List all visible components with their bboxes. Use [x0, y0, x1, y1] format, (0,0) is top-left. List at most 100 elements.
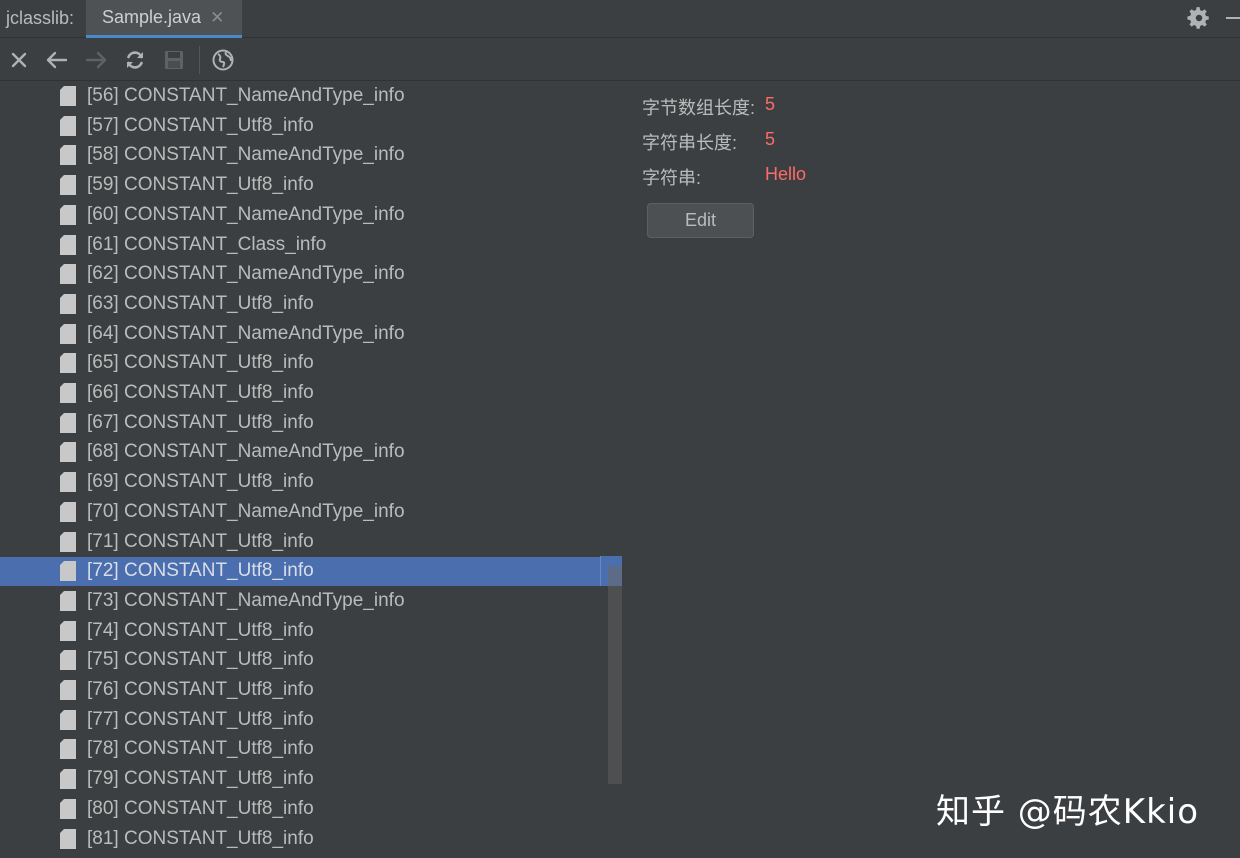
tree-row-label: [66] CONSTANT_Utf8_info — [87, 382, 314, 403]
tree-row[interactable]: [71] CONSTANT_Utf8_info — [0, 528, 600, 557]
tree-row[interactable]: [60] CONSTANT_NameAndType_info — [0, 201, 600, 230]
tree-row-label: [73] CONSTANT_NameAndType_info — [87, 589, 405, 611]
file-icon — [60, 115, 76, 136]
file-icon — [60, 501, 76, 522]
tree-row[interactable]: [75] CONSTANT_Utf8_info — [0, 646, 600, 675]
forward-arrow-icon[interactable] — [83, 47, 109, 73]
tree-row-label: [81] CONSTANT_Utf8_info — [87, 827, 314, 849]
tree-row[interactable]: [65] CONSTANT_Utf8_info — [0, 349, 600, 378]
tree-row-label: [63] CONSTANT_Utf8_info — [87, 292, 314, 314]
string-length-value: 5 — [765, 129, 776, 149]
tree-row[interactable]: [64] CONSTANT_NameAndType_info — [0, 320, 600, 349]
vertical-scrollbar-track[interactable] — [608, 566, 622, 784]
tree-row-label: [65] CONSTANT_Utf8_info — [87, 352, 314, 374]
tree-row-label: [59] CONSTANT_Utf8_info — [87, 174, 314, 196]
constant-pool-tree[interactable]: [56] CONSTANT_NameAndType_info [57] CONST… — [0, 82, 622, 858]
string-value: Hello — [765, 164, 807, 184]
file-icon — [60, 412, 76, 433]
file-icon — [60, 680, 76, 700]
string-label: 字符串: — [642, 168, 702, 188]
tree-row-label: [61] CONSTANT_Class_info — [87, 233, 327, 255]
tree-row-label: [75] CONSTANT_Utf8_info — [87, 649, 314, 671]
tree-row-label: [76] CONSTANT_Utf8_info — [87, 679, 314, 700]
tree-row[interactable]: [78] CONSTANT_Utf8_info — [0, 735, 600, 764]
tree-row[interactable]: [77] CONSTANT_Utf8_info — [0, 706, 600, 735]
tree-row-label: [80] CONSTANT_Utf8_info — [87, 797, 314, 819]
tree-row-label: [71] CONSTANT_Utf8_info — [87, 530, 314, 552]
tree-row-label: [60] CONSTANT_NameAndType_info — [87, 203, 405, 225]
file-icon — [60, 353, 76, 374]
tab-label: Sample.java — [102, 7, 202, 27]
file-icon — [60, 650, 76, 671]
gear-icon[interactable] — [1186, 5, 1212, 31]
tree-row-label: [64] CONSTANT_NameAndType_info — [87, 322, 405, 344]
file-icon — [60, 293, 76, 314]
tree-row-label: [62] CONSTANT_NameAndType_info — [87, 263, 405, 285]
tree-row-label: [58] CONSTANT_NameAndType_info — [87, 144, 405, 166]
tree-row-label: [67] CONSTANT_Utf8_info — [87, 411, 314, 433]
tree-row-label: [57] CONSTANT_Utf8_info — [87, 114, 314, 136]
tree-row-label: [68] CONSTANT_NameAndType_info — [87, 441, 405, 463]
tree-row[interactable]: [61] CONSTANT_Class_info — [0, 231, 600, 260]
file-icon — [60, 264, 76, 285]
tab-sample-java[interactable]: Sample.java ✕ — [86, 0, 242, 38]
tree-row[interactable]: [56] CONSTANT_NameAndType_info — [0, 82, 600, 111]
tree-row-label: [77] CONSTANT_Utf8_info — [87, 708, 314, 730]
detail-panel: 字节数组长度: 5 字符串长度: 5 字符串: Hello Edit — [622, 82, 1240, 858]
file-icon — [60, 828, 76, 849]
tab-close-icon[interactable]: ✕ — [210, 8, 224, 28]
file-icon — [60, 383, 76, 403]
file-icon — [60, 590, 76, 611]
vertical-scrollbar-thumb[interactable] — [608, 566, 622, 586]
app-label: jclasslib: — [6, 8, 75, 28]
tree-row[interactable]: [59] CONSTANT_Utf8_info — [0, 171, 600, 200]
tree-row[interactable]: [79] CONSTANT_Utf8_info — [0, 765, 600, 794]
web-icon[interactable] — [210, 47, 236, 73]
tree-row[interactable]: [57] CONSTANT_Utf8_info — [0, 112, 600, 141]
file-icon — [60, 709, 76, 730]
tree-row[interactable]: [70] CONSTANT_NameAndType_info — [0, 498, 600, 527]
file-icon — [60, 204, 76, 225]
file-icon — [60, 798, 76, 819]
tree-row-label: [74] CONSTANT_Utf8_info — [87, 619, 314, 641]
tree-row[interactable]: [66] CONSTANT_Utf8_info — [0, 379, 600, 408]
file-icon — [60, 323, 76, 344]
minimize-icon[interactable] — [1226, 17, 1240, 19]
file-icon — [60, 769, 76, 790]
tree-row[interactable]: [67] CONSTANT_Utf8_info — [0, 409, 600, 438]
title-bar: jclasslib: Sample.java ✕ — [0, 0, 1240, 38]
toolbar-separator — [199, 46, 200, 74]
tree-row[interactable]: [72] CONSTANT_Utf8_info — [0, 557, 600, 587]
tree-row-label: [69] CONSTANT_Utf8_info — [87, 471, 314, 493]
tree-row[interactable]: [76] CONSTANT_Utf8_info — [0, 676, 600, 705]
file-icon — [60, 472, 76, 493]
file-icon — [60, 531, 76, 552]
file-icon — [60, 620, 76, 641]
tree-row[interactable]: [58] CONSTANT_NameAndType_info — [0, 141, 600, 170]
back-arrow-icon[interactable] — [44, 47, 70, 73]
tree-row[interactable]: [69] CONSTANT_Utf8_info — [0, 468, 600, 497]
tree-row[interactable]: [68] CONSTANT_NameAndType_info — [0, 438, 600, 467]
close-icon[interactable] — [6, 47, 32, 73]
save-icon[interactable] — [161, 47, 187, 73]
tree-row-label: [72] CONSTANT_Utf8_info — [87, 560, 314, 582]
tree-row[interactable]: [62] CONSTANT_NameAndType_info — [0, 260, 600, 289]
tree-row[interactable]: [74] CONSTANT_Utf8_info — [0, 617, 600, 646]
tree-row[interactable]: [80] CONSTANT_Utf8_info — [0, 795, 600, 824]
watermark-text: 知乎 @码农Kkio — [936, 792, 1200, 832]
file-icon — [60, 175, 76, 196]
edit-button[interactable]: Edit — [647, 203, 754, 238]
byte-array-length-label: 字节数组长度: — [642, 98, 756, 118]
toolbar — [0, 39, 1240, 81]
tree-row[interactable]: [63] CONSTANT_Utf8_info — [0, 290, 600, 319]
string-length-label: 字符串长度: — [642, 133, 738, 153]
file-icon — [60, 739, 76, 760]
tree-row[interactable]: [73] CONSTANT_NameAndType_info — [0, 587, 600, 616]
refresh-icon[interactable] — [122, 47, 148, 73]
file-icon — [60, 86, 76, 106]
file-icon — [60, 561, 76, 582]
file-icon — [60, 442, 76, 463]
tree-row[interactable]: [81] CONSTANT_Utf8_info — [0, 825, 600, 854]
tree-row-label: [79] CONSTANT_Utf8_info — [87, 768, 314, 790]
file-icon — [60, 145, 76, 166]
